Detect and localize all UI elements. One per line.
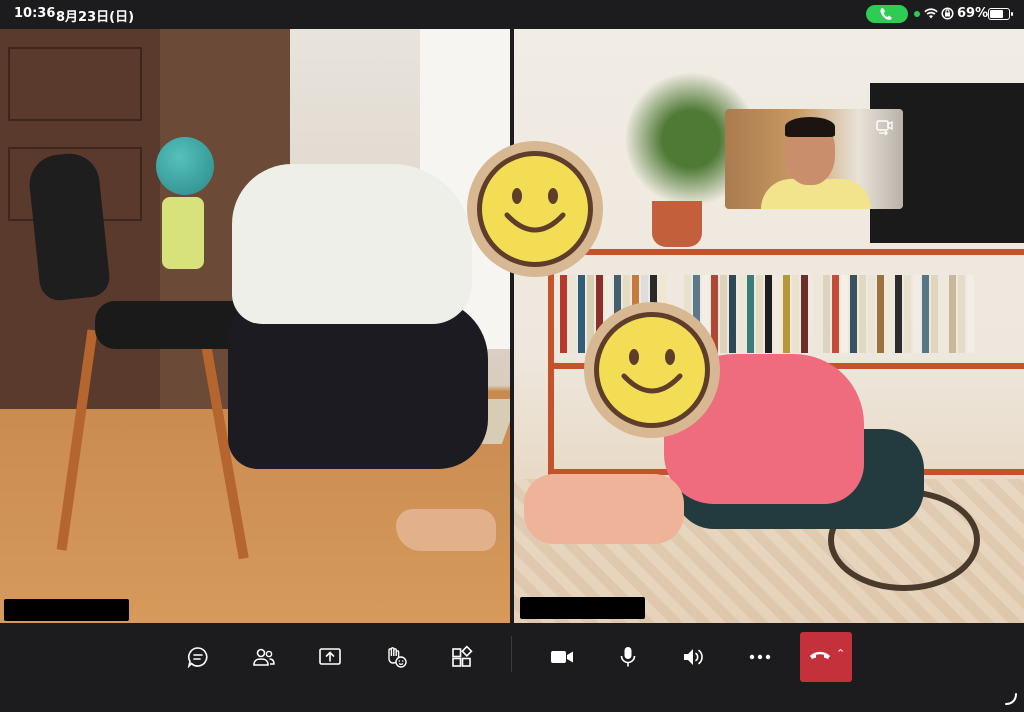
participant-2-feet — [524, 474, 684, 544]
wifi-icon — [924, 8, 938, 19]
microphone-icon — [620, 647, 636, 667]
meeting-toolbar: ⌃ — [0, 624, 1024, 712]
self-view-video[interactable] — [725, 109, 903, 209]
more-options-button[interactable] — [740, 640, 780, 674]
people-icon — [253, 648, 275, 666]
microphone-button[interactable] — [608, 640, 648, 674]
scene-books — [814, 275, 974, 353]
participant-1-body — [228, 299, 488, 469]
share-screen-button[interactable] — [310, 640, 350, 674]
participants-button[interactable] — [244, 640, 284, 674]
apps-button[interactable] — [442, 640, 482, 674]
active-call-pill[interactable] — [866, 5, 908, 23]
speaker-icon — [684, 649, 703, 665]
more-icon — [749, 654, 771, 660]
share-screen-icon — [319, 648, 341, 665]
status-time: 10:36 — [14, 6, 56, 21]
status-date: 8月23日(日) — [56, 10, 135, 25]
battery-percentage: 69% — [957, 6, 989, 21]
smiley-sticker — [584, 302, 720, 438]
self-view-hair — [785, 117, 835, 137]
participant-1-torso — [232, 164, 472, 324]
raise-hand-icon — [388, 647, 407, 668]
leave-call-button[interactable]: ⌃ — [800, 632, 852, 682]
status-bar: 10:36 8月23日(日) 69% — [0, 0, 1024, 28]
reactions-button[interactable] — [376, 640, 416, 674]
rotation-lock-icon — [941, 7, 954, 20]
participant-1-foot — [396, 509, 496, 551]
video-tile-participant-1[interactable] — [0, 29, 510, 623]
battery-icon — [988, 8, 1013, 20]
smiley-sticker — [467, 141, 603, 277]
mic-in-use-dot — [914, 11, 920, 17]
toolbar-divider — [511, 636, 512, 672]
camera-button[interactable] — [542, 640, 582, 674]
participant-1-name-label — [4, 599, 129, 621]
switch-camera-icon[interactable] — [874, 117, 894, 137]
phone-icon — [880, 8, 892, 20]
chat-icon — [187, 647, 208, 668]
scene-foam-roll — [162, 197, 204, 269]
participant-2-name-label — [520, 597, 645, 619]
resize-handle-icon[interactable] — [1004, 692, 1018, 706]
scene-exercise-ball — [156, 137, 214, 195]
camera-icon — [551, 651, 573, 663]
scene-plant-pot — [652, 201, 702, 247]
speaker-button[interactable] — [674, 640, 714, 674]
hang-up-icon — [810, 651, 830, 659]
smiley-face-icon — [621, 349, 683, 394]
smiley-face-icon — [504, 188, 566, 233]
leave-options-chevron-icon[interactable]: ⌃ — [836, 647, 845, 660]
apps-icon — [452, 645, 473, 667]
chat-button[interactable] — [178, 640, 218, 674]
